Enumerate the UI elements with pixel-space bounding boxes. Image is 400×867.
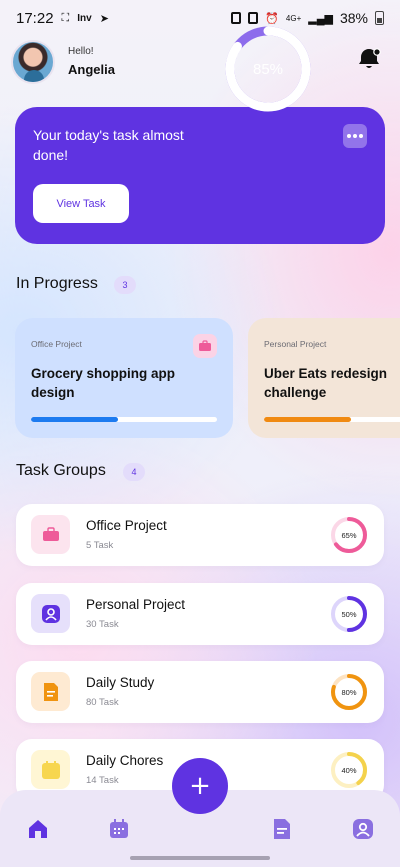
app-icon (248, 12, 259, 24)
task-groups-title: Task Groups (16, 462, 106, 479)
status-time: 17:22 (16, 9, 54, 27)
in-progress-title: In Progress (16, 275, 98, 292)
user-icon (31, 594, 70, 633)
progress-card-name: Uber Eats redesign challenge (264, 366, 388, 400)
signal-icon: ▂▄▆ (308, 12, 333, 25)
task-group-card[interactable]: Personal Project 30 Task 50% (16, 583, 384, 645)
task-group-percent: 50% (341, 609, 357, 619)
task-group-count: 80 Task (86, 697, 119, 708)
home-icon[interactable] (27, 818, 49, 840)
more-options-button[interactable] (343, 124, 367, 148)
calendar-icon[interactable] (108, 818, 130, 840)
screenshot-icon: ⛶ (61, 11, 70, 24)
progress-card-type: Personal Project (264, 339, 327, 349)
task-group-count: 30 Task (86, 619, 119, 630)
progress-card[interactable]: Office Project Grocery shopping app desi… (15, 318, 233, 438)
task-group-name: Daily Study (86, 675, 155, 690)
calendar-icon (31, 750, 70, 789)
more-dot (353, 134, 357, 138)
progress-bar (31, 417, 217, 422)
briefcase-icon (193, 334, 217, 358)
telegram-icon: ➤ (99, 12, 109, 25)
avatar[interactable] (11, 40, 55, 84)
battery-icon (375, 11, 384, 25)
progress-card-type: Office Project (31, 339, 82, 349)
briefcase-icon (31, 515, 70, 554)
document-icon (31, 672, 70, 711)
app-tag: Inv (77, 12, 92, 24)
hero-message: Your today's task almost done! (33, 127, 184, 163)
hero-progress-label: 85% (252, 60, 284, 78)
task-group-name: Daily Chores (86, 753, 164, 768)
battery-percent: 38% (339, 10, 368, 26)
greeting: Hello! (68, 46, 94, 57)
more-dot (359, 134, 363, 138)
task-group-percent: 80% (341, 687, 357, 697)
task-group-card[interactable]: Office Project 5 Task 65% (16, 504, 384, 566)
home-indicator (130, 856, 270, 860)
task-groups-count: 4 (123, 463, 145, 481)
alarm-icon: ⏰ (265, 12, 279, 25)
in-progress-count: 3 (114, 276, 136, 294)
status-bar: 17:22 ⛶ Inv ➤ ⏰ 4G+ ▂▄▆ 38% (0, 0, 400, 36)
hero-card: Your today's task almost done! View Task (15, 107, 385, 244)
add-task-button[interactable]: + (172, 758, 228, 814)
task-group-percent: 65% (341, 530, 357, 540)
progress-bar-fill (31, 417, 119, 422)
progress-card-name: Grocery shopping app design (31, 366, 176, 400)
view-task-button[interactable]: View Task (33, 184, 129, 223)
task-group-percent: 40% (341, 765, 357, 775)
user-name: Angelia (68, 62, 115, 77)
profile-icon[interactable] (352, 818, 374, 840)
bell-icon[interactable] (356, 46, 382, 72)
task-group-name: Office Project (86, 518, 167, 533)
task-group-count: 5 Task (86, 540, 114, 551)
task-group-card[interactable]: Daily Study 80 Task 80% (16, 661, 384, 723)
progress-bar-fill (264, 417, 351, 422)
task-group-name: Personal Project (86, 597, 186, 612)
status-left: 17:22 ⛶ Inv ➤ (16, 10, 109, 27)
more-dot (347, 134, 351, 138)
network-label: 4G+ (285, 13, 302, 23)
progress-card[interactable]: Personal Project Uber Eats redesign chal… (248, 318, 400, 438)
document-icon[interactable] (271, 818, 293, 840)
progress-bar (264, 417, 400, 422)
task-group-count: 14 Task (86, 775, 119, 786)
notification-icon (231, 12, 242, 24)
